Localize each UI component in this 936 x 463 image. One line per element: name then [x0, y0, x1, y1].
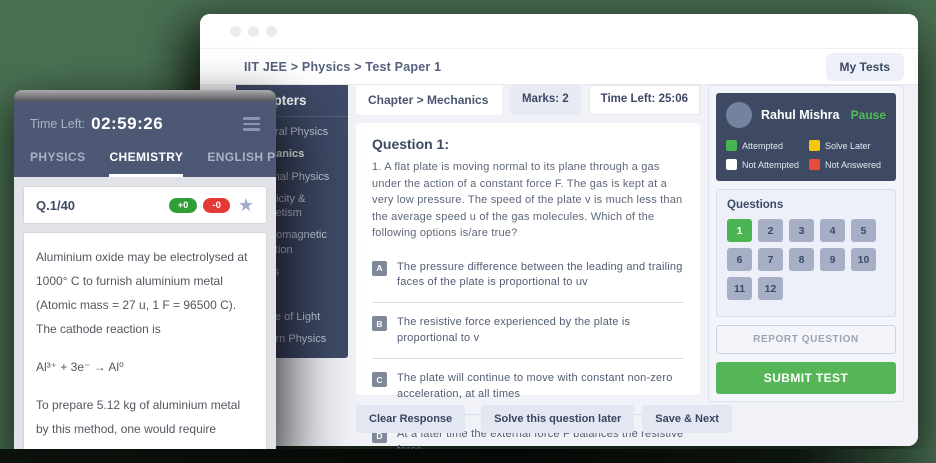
question-number-4[interactable]: 4 — [820, 219, 845, 242]
mobile-question-text: Aluminium oxide may be electrolysed at 1… — [36, 245, 254, 341]
window-control-dot[interactable] — [230, 26, 241, 37]
questions-card: Questions 1 2 3 4 5 6 7 8 9 10 11 12 — [716, 189, 896, 317]
question-number-3[interactable]: 3 — [789, 219, 814, 242]
option-b-text: The resistive force experienced by the p… — [397, 315, 684, 347]
questions-title: Questions — [727, 199, 885, 211]
question-number-10[interactable]: 10 — [851, 248, 876, 271]
question-number-grid: 1 2 3 4 5 6 7 8 9 10 11 12 — [727, 219, 885, 300]
window-control-dot[interactable] — [266, 26, 277, 37]
browser-titlebar — [200, 14, 918, 48]
question-number-11[interactable]: 11 — [727, 277, 752, 300]
status-legend: Attempted Solve Later Not Attempted — [726, 140, 886, 170]
question-title: Question 1: — [372, 136, 684, 152]
browser-header: IIT JEE > Physics > Test Paper 1 My Test… — [200, 48, 918, 85]
option-b[interactable]: B The resistive force experienced by the… — [372, 309, 684, 359]
breadcrumb: IIT JEE > Physics > Test Paper 1 — [244, 60, 441, 74]
tab-english-proficiency[interactable]: ENGLISH PROFICIENCY — [207, 150, 276, 177]
submit-test-button[interactable]: SUBMIT TEST — [716, 362, 896, 394]
not-answered-swatch — [809, 159, 820, 170]
menu-icon[interactable] — [243, 114, 260, 134]
positive-marks-badge: +0 — [169, 198, 198, 213]
mobile-question-card: Aluminium oxide may be electrolysed at 1… — [23, 232, 267, 463]
mobile-time-left-value: 02:59:26 — [91, 114, 163, 134]
legend-solve-later: Solve Later — [809, 140, 886, 151]
option-a-badge: A — [372, 261, 387, 276]
marks-badge: Marks: 2 — [510, 85, 581, 115]
mobile-time-left-label: Time Left: — [30, 117, 85, 131]
question-counter: Q.1/40 — [36, 198, 75, 213]
mobile-question-header: Q.1/40 +0 -0 ★ — [23, 186, 267, 224]
question-card: Question 1: 1. A flat plate is moving no… — [356, 123, 700, 395]
user-card: Rahul Mishra Pause Attempted Solve Later — [716, 93, 896, 181]
question-number-1[interactable]: 1 — [727, 219, 752, 242]
floor-shadow — [0, 449, 936, 463]
question-number-9[interactable]: 9 — [820, 248, 845, 271]
pause-button[interactable]: Pause — [851, 108, 886, 122]
tab-physics[interactable]: PHYSICS — [30, 150, 85, 177]
my-tests-button[interactable]: My Tests — [826, 53, 904, 81]
option-c-badge: C — [372, 372, 387, 387]
page-background: IIT JEE > Physics > Test Paper 1 My Test… — [0, 0, 936, 463]
not-attempted-swatch — [726, 159, 737, 170]
status-panel: Rahul Mishra Pause Attempted Solve Later — [708, 85, 904, 402]
legend-not-attempted: Not Attempted — [726, 159, 803, 170]
mobile-question-text-2: To prepare 5.12 kg of aluminium metal by… — [36, 393, 254, 441]
negative-marks-badge: -0 — [203, 198, 229, 213]
question-number-2[interactable]: 2 — [758, 219, 783, 242]
question-topbar: Chapter > Mechanics Marks: 2 Time Left: … — [356, 85, 700, 115]
mobile-question-area: Q.1/40 +0 -0 ★ Aluminium oxide may be el… — [14, 177, 276, 463]
question-number-6[interactable]: 6 — [727, 248, 752, 271]
question-area: Chapter > Mechanics Marks: 2 Time Left: … — [356, 85, 700, 433]
question-number-5[interactable]: 5 — [851, 219, 876, 242]
question-number-12[interactable]: 12 — [758, 277, 783, 300]
tablet-bezel — [14, 90, 276, 101]
equation-text: Al³⁺ + 3e⁻ → Al⁰ — [36, 355, 254, 379]
mobile-header: Time Left: 02:59:26 — [14, 101, 276, 138]
option-a[interactable]: A The pressure difference between the le… — [372, 254, 684, 304]
time-left-badge: Time Left: 25:06 — [589, 85, 700, 115]
solve-later-button[interactable]: Solve this question later — [481, 405, 634, 433]
question-actions: Clear Response Solve this question later… — [356, 405, 700, 433]
bookmark-star-icon[interactable]: ★ — [238, 196, 254, 214]
user-name: Rahul Mishra — [761, 108, 840, 122]
attempted-swatch — [726, 140, 737, 151]
legend-not-answered: Not Answered — [809, 159, 886, 170]
save-next-button[interactable]: Save & Next — [642, 405, 732, 433]
browser-window: IIT JEE > Physics > Test Paper 1 My Test… — [200, 14, 918, 446]
question-number-7[interactable]: 7 — [758, 248, 783, 271]
report-question-button[interactable]: REPORT QUESTION — [716, 325, 896, 354]
option-a-text: The pressure difference between the lead… — [397, 260, 684, 292]
subject-tabs: PHYSICS CHEMISTRY ENGLISH PROFICIENCY — [14, 138, 276, 177]
clear-response-button[interactable]: Clear Response — [356, 405, 465, 433]
question-number-8[interactable]: 8 — [789, 248, 814, 271]
chapter-breadcrumb: Chapter > Mechanics — [356, 85, 502, 115]
option-c-text: The plate will continue to move with con… — [397, 371, 684, 403]
option-b-badge: B — [372, 316, 387, 331]
test-content-area: Chapters General Physics Mechanics Therm… — [200, 85, 918, 446]
question-text: 1. A flat plate is moving normal to its … — [372, 159, 684, 242]
avatar — [726, 102, 752, 128]
tab-chemistry[interactable]: CHEMISTRY — [109, 150, 183, 177]
window-control-dot[interactable] — [248, 26, 259, 37]
legend-attempted: Attempted — [726, 140, 803, 151]
solve-later-swatch — [809, 140, 820, 151]
mobile-overlay-window: Time Left: 02:59:26 PHYSICS CHEMISTRY EN… — [14, 90, 276, 463]
